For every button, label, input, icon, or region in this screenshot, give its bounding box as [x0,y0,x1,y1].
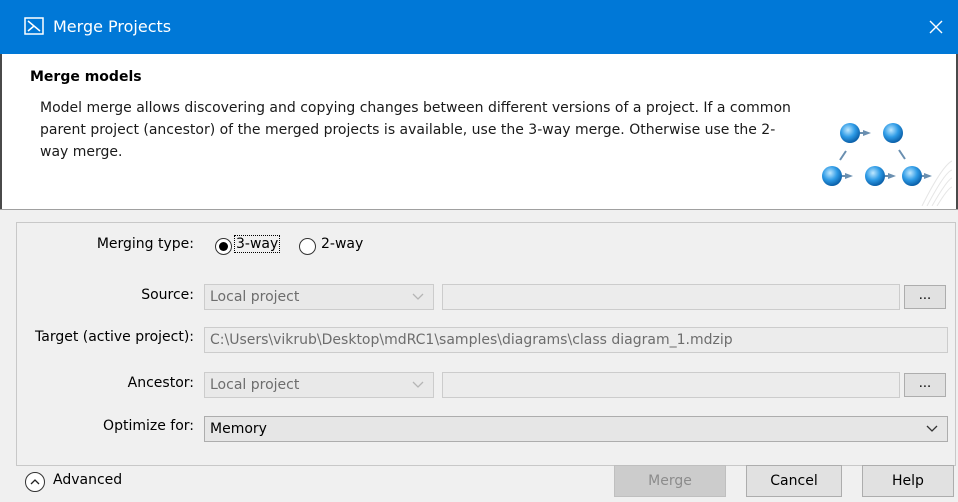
optimize-combo[interactable]: Memory [204,416,948,442]
chevron-down-icon [412,381,424,388]
merge-button[interactable]: Merge [614,465,726,497]
source-combo[interactable]: Local project [204,284,434,310]
help-button[interactable]: Help [862,465,954,497]
dialog-header: Merge models Model merge allows discover… [0,54,958,209]
merging-type-label: Merging type: [96,236,194,252]
form-panel: Merging type: 3-way 2-way Source: Local … [16,222,956,466]
radio-2-way[interactable] [299,238,316,255]
header-description: Model merge allows discovering and copyi… [40,100,791,160]
ancestor-label: Ancestor: [127,375,194,391]
source-combo-value: Local project [210,289,300,305]
ancestor-path-field[interactable] [442,372,900,398]
header-title: Merge models [30,69,142,85]
merge-flow-graphic [822,123,952,206]
close-button[interactable] [914,0,958,54]
radio-3-way-label[interactable]: 3-way [234,235,281,253]
advanced-toggle[interactable] [25,472,45,492]
advanced-label[interactable]: Advanced [53,472,122,488]
chevron-down-icon [412,293,424,300]
cancel-button[interactable]: Cancel [746,465,842,497]
close-icon [929,20,943,34]
dialog-body: Merging type: 3-way 2-way Source: Local … [0,209,958,502]
title-bar: Merge Projects [0,0,958,54]
optimize-label: Optimize for: [103,418,194,434]
radio-2-way-label[interactable]: 2-way [321,236,363,252]
window-title: Merge Projects [53,17,172,36]
source-path-field[interactable] [442,284,900,310]
source-label: Source: [141,287,194,303]
target-path-field[interactable]: C:\Users\vikrub\Desktop\mdRC1\samples\di… [204,327,948,353]
chevron-up-icon [30,479,40,485]
ancestor-combo-value: Local project [210,377,300,393]
target-label: Target (active project): [35,329,194,345]
ancestor-combo[interactable]: Local project [204,372,434,398]
chevron-down-icon [926,425,938,432]
ancestor-browse-button[interactable]: ... [904,373,946,397]
optimize-combo-value: Memory [210,421,267,437]
source-browse-button[interactable]: ... [904,285,946,309]
diagram-app-icon [24,17,44,35]
radio-3-way[interactable] [215,238,232,255]
